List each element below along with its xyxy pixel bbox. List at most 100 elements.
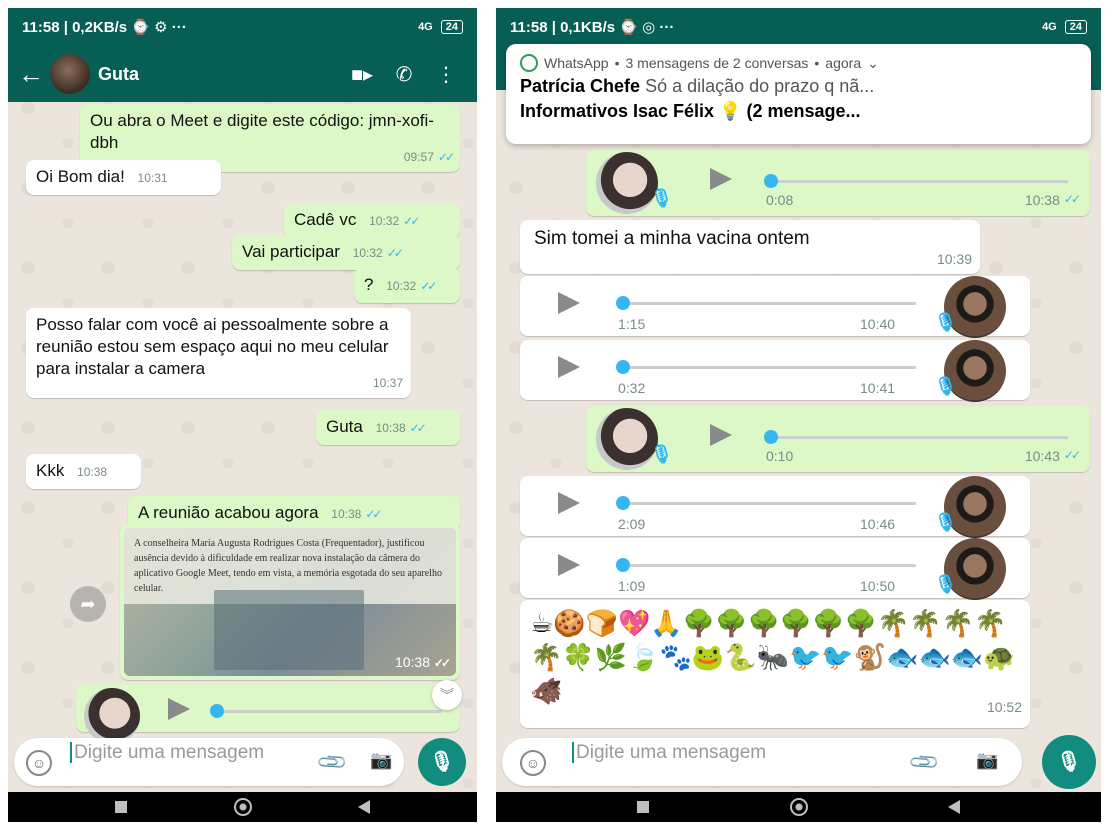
audio-message-partial[interactable] bbox=[76, 684, 460, 744]
message-bubble[interactable]: Sim tomei a minha vacina ontem 10:39 bbox=[520, 220, 980, 274]
audio-seek-handle[interactable] bbox=[210, 704, 224, 718]
attach-clip-icon[interactable]: 📎 bbox=[315, 745, 350, 780]
audio-message[interactable]: 2:09 10:46 🎙 bbox=[520, 476, 1030, 538]
chevron-down-icon[interactable]: ⌄ bbox=[867, 55, 879, 72]
video-call-icon[interactable]: ■▸ bbox=[341, 62, 383, 87]
read-ticks-icon: ✓✓ bbox=[420, 279, 437, 293]
emoji-icon[interactable]: ☺ bbox=[520, 750, 546, 776]
home-icon[interactable] bbox=[233, 798, 252, 816]
notification-app: WhatsApp bbox=[544, 55, 609, 71]
audio-seek-handle[interactable] bbox=[616, 558, 630, 572]
notification-summary: 3 mensagens de 2 conversas bbox=[625, 55, 809, 71]
play-icon[interactable] bbox=[558, 356, 580, 378]
camera-icon[interactable]: 📷 bbox=[976, 750, 998, 771]
message-text: ? bbox=[364, 275, 374, 294]
message-meta: 10:38 ✓✓ bbox=[1025, 192, 1081, 208]
chat-header: ← Guta ■▸ ✆ ⋮ bbox=[8, 46, 477, 102]
home-icon[interactable] bbox=[789, 798, 808, 816]
message-time: 10:43 bbox=[1024, 448, 1060, 464]
message-bubble[interactable]: Cadê vc 10:32 ✓✓ bbox=[284, 203, 460, 238]
notification-line[interactable]: Informativos Isac Félix 💡 (2 mensage... bbox=[520, 101, 1077, 122]
play-icon[interactable] bbox=[558, 292, 580, 314]
play-icon[interactable] bbox=[710, 168, 732, 190]
recent-apps-icon[interactable] bbox=[636, 801, 649, 813]
message-meta: 10:38 bbox=[77, 461, 107, 483]
back-nav-icon[interactable] bbox=[358, 800, 371, 814]
emoji-icon[interactable]: ☺ bbox=[26, 750, 52, 776]
attach-clip-icon[interactable]: 📎 bbox=[907, 745, 942, 780]
audio-track[interactable] bbox=[768, 180, 1068, 183]
composer: ☺ Digite uma mensagem 📎 📷 🎙 bbox=[496, 732, 1101, 792]
message-time: 10:32 bbox=[386, 279, 417, 293]
message-meta: 10:50 bbox=[860, 578, 895, 594]
audio-seek-handle[interactable] bbox=[616, 360, 630, 374]
mic-icon: 🎙 bbox=[934, 512, 957, 532]
audio-track[interactable] bbox=[620, 302, 916, 305]
mic-icon: 🎙 bbox=[934, 574, 957, 594]
notification-card[interactable]: WhatsApp • 3 mensagens de 2 conversas • … bbox=[506, 44, 1091, 144]
message-meta: 09:57 ✓✓ bbox=[403, 146, 455, 168]
battery-icon: 24 bbox=[440, 20, 463, 34]
message-text: Ou abra o Meet e digite este código: jmn… bbox=[90, 111, 434, 152]
emoji-message[interactable]: ☕🍪🍞💖🙏🌳🌳🌳🌳🌳🌳🌴🌴🌴🌴🌴🍀🌿🍃🐾🐸🐍🐜🐦🐦🐒🐟🐟🐟🐢🐗 10:52 bbox=[520, 600, 1030, 728]
message-input[interactable]: Digite uma mensagem bbox=[70, 742, 270, 763]
mic-button[interactable]: 🎙 bbox=[418, 738, 466, 786]
message-input[interactable]: Digite uma mensagem bbox=[572, 742, 772, 763]
back-nav-icon[interactable] bbox=[948, 800, 961, 814]
message-meta: 10:46 bbox=[860, 516, 895, 532]
more-vertical-icon[interactable]: ⋮ bbox=[425, 62, 467, 87]
notification-sender: Patrícia Chefe bbox=[520, 76, 641, 96]
audio-message[interactable]: 1:09 10:50 🎙 bbox=[520, 538, 1030, 600]
message-bubble[interactable]: Vai participar 10:32 ✓✓ bbox=[232, 235, 460, 270]
battery-icon: 24 bbox=[1064, 20, 1087, 34]
camera-icon[interactable]: 📷 bbox=[370, 750, 392, 771]
recent-apps-icon[interactable] bbox=[114, 801, 127, 813]
play-icon[interactable] bbox=[168, 698, 190, 720]
message-time: 09:57 bbox=[403, 150, 434, 164]
message-bubble[interactable]: Kkk 10:38 bbox=[26, 454, 141, 489]
contact-name[interactable]: Guta bbox=[98, 64, 341, 85]
audio-message[interactable]: 🎙 0:08 10:38 ✓✓ bbox=[586, 150, 1090, 216]
message-bubble[interactable]: Posso falar com você ai pessoalmente sob… bbox=[26, 308, 411, 398]
notification-sender: Informativos Isac Félix bbox=[520, 101, 715, 121]
mic-button[interactable]: 🎙 bbox=[1042, 735, 1096, 789]
scroll-down-icon[interactable]: ︾ bbox=[432, 680, 462, 710]
mic-icon: 🎙 bbox=[650, 188, 673, 208]
play-icon[interactable] bbox=[710, 424, 732, 446]
image-message[interactable]: A conselheira Maria Augusta Rodrigues Co… bbox=[120, 524, 460, 680]
image-thumbnail[interactable]: A conselheira Maria Augusta Rodrigues Co… bbox=[124, 528, 456, 676]
audio-track[interactable] bbox=[768, 436, 1068, 439]
mic-icon: 🎙 bbox=[650, 444, 673, 464]
forward-icon[interactable]: ➦ bbox=[70, 586, 106, 622]
read-ticks-icon: ✓✓ bbox=[409, 421, 427, 435]
audio-seek-handle[interactable] bbox=[764, 430, 778, 444]
composer: ☺ Digite uma mensagem 📎 📷 🎙 bbox=[8, 732, 477, 792]
message-meta: 10:38 ✓✓ bbox=[376, 417, 427, 439]
audio-track[interactable] bbox=[620, 366, 916, 369]
audio-message[interactable]: 1:15 10:40 🎙 bbox=[520, 276, 1030, 338]
play-icon[interactable] bbox=[558, 554, 580, 576]
audio-track[interactable] bbox=[212, 710, 442, 713]
phone-call-icon[interactable]: ✆ bbox=[383, 62, 425, 87]
read-ticks-icon: ✓✓ bbox=[433, 656, 451, 670]
signal-icon: 4G bbox=[1042, 21, 1057, 33]
notification-line[interactable]: Patrícia Chefe Só a dilação do prazo q n… bbox=[520, 76, 1077, 97]
message-time: 10:38 bbox=[331, 507, 362, 521]
audio-seek-handle[interactable] bbox=[616, 496, 630, 510]
message-input-bar[interactable]: ☺ Digite uma mensagem 📎 📷 bbox=[14, 738, 404, 786]
message-time: 10:41 bbox=[860, 380, 896, 396]
audio-seek-handle[interactable] bbox=[616, 296, 630, 310]
message-bubble[interactable]: Guta 10:38 ✓✓ bbox=[316, 410, 460, 445]
audio-message[interactable]: 0:32 10:41 🎙 bbox=[520, 340, 1030, 402]
back-arrow-icon[interactable]: ← bbox=[18, 59, 46, 90]
notification-text: Só a dilação do prazo q nã... bbox=[645, 76, 875, 96]
audio-message[interactable]: 🎙 0:10 10:43 ✓✓ bbox=[586, 406, 1090, 472]
audio-seek-handle[interactable] bbox=[764, 174, 778, 188]
message-bubble[interactable]: Oi Bom dia! 10:31 bbox=[26, 160, 221, 195]
message-bubble[interactable]: ? 10:32 ✓✓ bbox=[354, 268, 460, 303]
contact-avatar[interactable] bbox=[50, 54, 90, 94]
play-icon[interactable] bbox=[558, 492, 580, 514]
audio-track[interactable] bbox=[620, 564, 916, 567]
message-input-bar[interactable]: ☺ Digite uma mensagem 📎 📷 bbox=[502, 738, 1022, 786]
audio-track[interactable] bbox=[620, 502, 916, 505]
